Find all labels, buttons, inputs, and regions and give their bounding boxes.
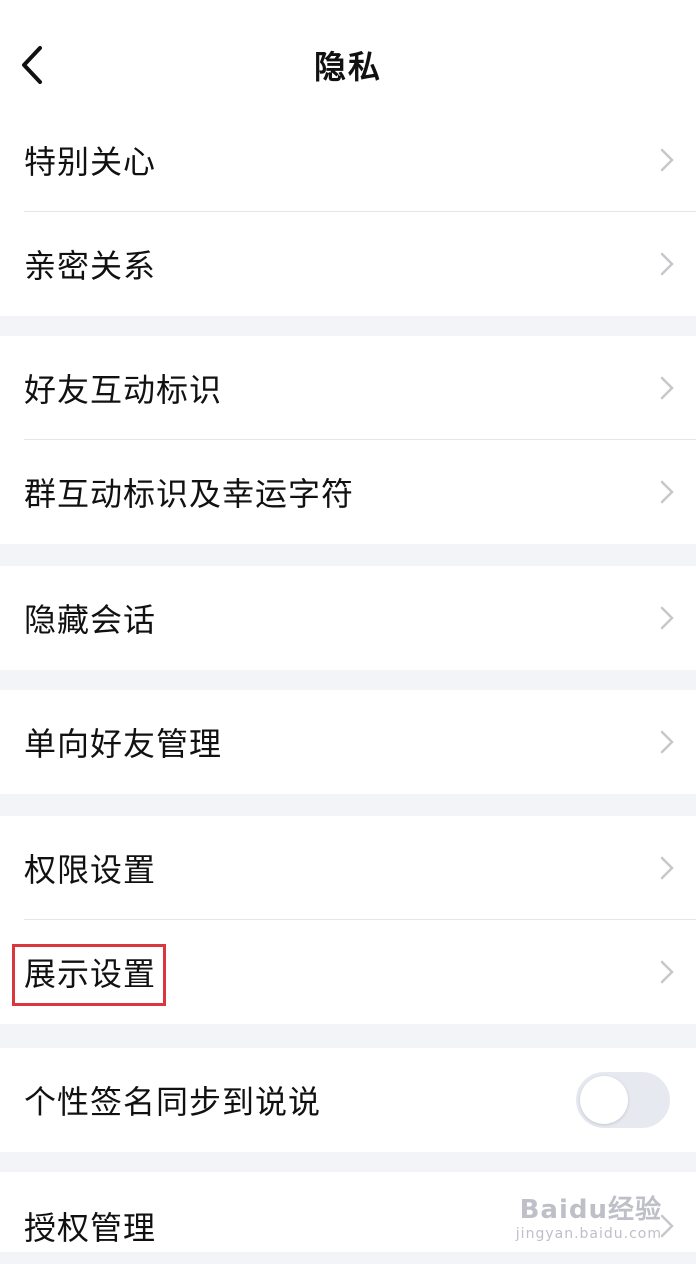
settings-group-one-way: 单向好友管理 <box>0 690 696 794</box>
row-label: 个性签名同步到说说 <box>24 1083 322 1121</box>
settings-group-interaction: 好友互动标识 群互动标识及幸运字符 <box>0 336 696 544</box>
highlight-box <box>12 944 166 1006</box>
settings-row-group-interaction-badge[interactable]: 群互动标识及幸运字符 <box>0 440 696 544</box>
settings-row-intimate-relation[interactable]: 亲密关系 <box>0 212 696 316</box>
row-label: 特别关心 <box>24 143 157 181</box>
settings-row-special-care[interactable]: 特别关心 <box>0 108 696 212</box>
chevron-right-icon <box>660 856 674 880</box>
row-label: 群互动标识及幸运字符 <box>24 475 355 513</box>
row-label: 隐藏会话 <box>24 601 157 639</box>
chevron-right-icon <box>660 252 674 276</box>
chevron-right-icon <box>660 1214 674 1238</box>
settings-group-signature: 个性签名同步到说说 <box>0 1048 696 1152</box>
chevron-right-icon <box>660 148 674 172</box>
settings-row-signature-sync: 个性签名同步到说说 <box>0 1048 696 1152</box>
page-title: 隐私 <box>313 48 382 86</box>
chevron-right-icon <box>660 480 674 504</box>
row-label: 单向好友管理 <box>24 725 223 763</box>
settings-row-one-way-friends[interactable]: 单向好友管理 <box>0 690 696 794</box>
row-label: 好友互动标识 <box>24 371 223 409</box>
settings-group-care: 特别关心 亲密关系 <box>0 108 696 316</box>
chevron-right-icon <box>660 606 674 630</box>
navigation-bar: 隐私 <box>0 0 696 108</box>
settings-row-friend-interaction-badge[interactable]: 好友互动标识 <box>0 336 696 440</box>
watermark-main: Baidu经验 <box>519 1195 662 1225</box>
settings-group-hidden: 隐藏会话 <box>0 566 696 670</box>
chevron-right-icon <box>660 730 674 754</box>
watermark-sub: jingyan.baidu.com <box>515 1226 662 1242</box>
settings-row-permission-settings[interactable]: 权限设置 <box>0 816 696 920</box>
watermark: Baidu经验 jingyan.baidu.com <box>516 1189 662 1242</box>
row-label: 亲密关系 <box>24 247 157 285</box>
settings-row-hidden-chats[interactable]: 隐藏会话 <box>0 566 696 670</box>
row-label: 授权管理 <box>24 1209 157 1247</box>
signature-sync-toggle[interactable] <box>576 1072 670 1128</box>
toggle-knob <box>580 1076 628 1124</box>
chevron-right-icon <box>660 960 674 984</box>
chevron-right-icon <box>660 376 674 400</box>
row-label: 权限设置 <box>24 851 157 889</box>
